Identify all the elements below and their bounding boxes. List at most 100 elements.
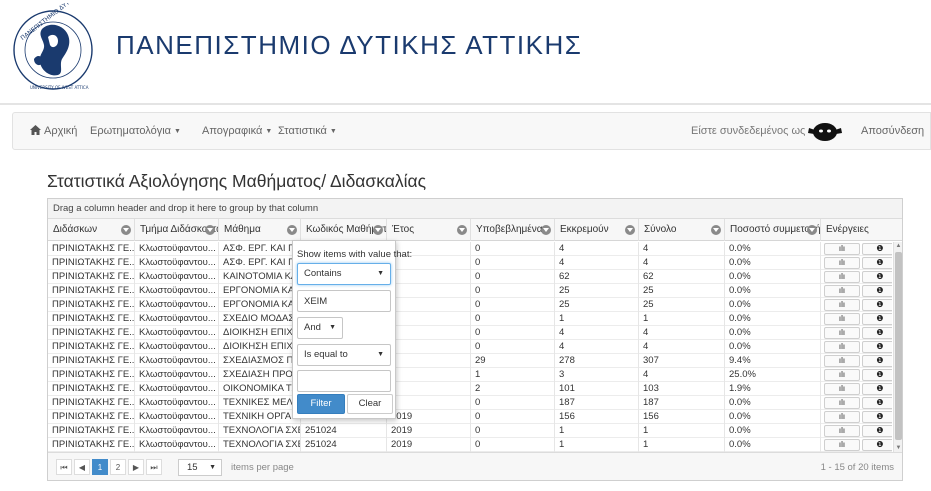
clear-filter-button[interactable]: Clear bbox=[347, 394, 393, 414]
table-cell: ΤΕΧΝΟΛΟΓΙΑ ΣΧΕ... bbox=[218, 438, 300, 452]
page-size-select[interactable]: 15 ▼ bbox=[178, 459, 222, 476]
nav-questionnaires-dropdown[interactable]: Ερωτηματολόγια ▼ bbox=[90, 113, 181, 149]
info-button[interactable]: ❶ bbox=[862, 439, 892, 451]
table-cell: Κλωστοϋφαντου... bbox=[134, 312, 218, 326]
table-cell: 0 bbox=[470, 326, 554, 340]
info-button[interactable]: ❶ bbox=[862, 299, 892, 311]
table-row[interactable]: ΠΡΙΝΙΩΤΑΚΗΣ ΓΕ... Κλωστοϋφαντου... ΣΧΕΔΙΑΣ… bbox=[48, 354, 892, 368]
scrollbar-thumb[interactable] bbox=[895, 252, 902, 440]
table-row[interactable]: ΠΡΙΝΙΩΤΑΚΗΣ ΓΕ... Κλωστοϋφαντου... ΑΣΦ. ΕΡ… bbox=[48, 242, 892, 256]
bar-chart-icon: ılı bbox=[838, 314, 846, 323]
logout-link[interactable]: Αποσύνδεση bbox=[861, 113, 924, 149]
table-row[interactable]: ΠΡΙΝΙΩΤΑΚΗΣ ΓΕ... Κλωστοϋφαντου... ΕΡΓΟΝΟΜ… bbox=[48, 284, 892, 298]
statistics-button[interactable]: ılı bbox=[824, 411, 860, 423]
info-button[interactable]: ❶ bbox=[862, 425, 892, 437]
next-page-button[interactable]: ▶ bbox=[128, 459, 144, 475]
page-2-button[interactable]: 2 bbox=[110, 459, 126, 475]
info-button[interactable]: ❶ bbox=[862, 313, 892, 325]
grid-scrollbar[interactable]: ▲ ▼ bbox=[893, 242, 902, 452]
table-row[interactable]: ΠΡΙΝΙΩΤΑΚΗΣ ΓΕ... Κλωστοϋφαντου... ΔΙΟΙΚΗΣ… bbox=[48, 326, 892, 340]
statistics-button[interactable]: ılı bbox=[824, 327, 860, 339]
table-row[interactable]: ΠΡΙΝΙΩΤΑΚΗΣ ΓΕ... Κλωστοϋφαντου... ΤΕΧΝΙΚΕ… bbox=[48, 396, 892, 410]
column-filter-icon[interactable] bbox=[373, 225, 383, 235]
row-actions: ılı ❶ bbox=[820, 354, 892, 368]
nav-statistics-dropdown[interactable]: Στατιστικά ▼ bbox=[278, 113, 337, 149]
table-cell: ΠΡΙΝΙΩΤΑΚΗΣ ΓΕ... bbox=[52, 285, 134, 296]
pager-info: 1 - 15 of 20 items bbox=[820, 462, 894, 473]
statistics-button[interactable]: ılı bbox=[824, 285, 860, 297]
statistics-button[interactable]: ılı bbox=[824, 299, 860, 311]
column-header-submitted[interactable]: Υποβεβλημένα bbox=[470, 219, 554, 241]
column-filter-icon[interactable] bbox=[625, 225, 635, 235]
filter-value-1-input[interactable] bbox=[297, 290, 391, 312]
column-header-instructor[interactable]: Διδάσκων bbox=[48, 219, 134, 241]
statistics-button[interactable]: ılı bbox=[824, 439, 860, 451]
column-header-course[interactable]: Μάθημα bbox=[218, 219, 300, 241]
statistics-button[interactable]: ılı bbox=[824, 355, 860, 367]
column-filter-icon[interactable] bbox=[121, 225, 131, 235]
info-button[interactable]: ❶ bbox=[862, 257, 892, 269]
table-cell: 0.0% bbox=[724, 438, 820, 452]
column-header-year[interactable]: Έτος bbox=[386, 219, 470, 241]
column-filter-icon[interactable] bbox=[205, 225, 215, 235]
table-row[interactable]: ΠΡΙΝΙΩΤΑΚΗΣ ΓΕ... Κλωστοϋφαντου... ΤΕΧΝΙΚΗ… bbox=[48, 410, 892, 424]
first-page-button[interactable]: ⏮ bbox=[56, 459, 72, 475]
statistics-button[interactable]: ılı bbox=[824, 369, 860, 381]
previous-page-button[interactable]: ◀ bbox=[74, 459, 90, 475]
group-by-panel[interactable]: Drag a column header and drop it here to… bbox=[48, 199, 902, 219]
filter-logic-select[interactable]: And ▼ bbox=[297, 317, 343, 339]
statistics-button[interactable]: ılı bbox=[824, 341, 860, 353]
statistics-button[interactable]: ılı bbox=[824, 313, 860, 325]
scroll-down-icon[interactable]: ▼ bbox=[895, 444, 902, 452]
filter-operator-1-select[interactable]: Contains ▼ bbox=[297, 263, 391, 285]
info-button[interactable]: ❶ bbox=[862, 411, 892, 423]
column-filter-icon[interactable] bbox=[457, 225, 467, 235]
info-button[interactable]: ❶ bbox=[862, 397, 892, 409]
table-row[interactable]: ΠΡΙΝΙΩΤΑΚΗΣ ΓΕ... Κλωστοϋφαντου... ΑΣΦ. ΕΡ… bbox=[48, 256, 892, 270]
table-cell: 1 bbox=[638, 424, 724, 438]
nav-registry-dropdown[interactable]: Απογραφικά ▼ bbox=[202, 113, 272, 149]
info-button[interactable]: ❶ bbox=[862, 355, 892, 367]
statistics-button[interactable]: ılı bbox=[824, 383, 860, 395]
column-filter-icon[interactable] bbox=[541, 225, 551, 235]
column-header-pending[interactable]: Εκκρεμούν bbox=[554, 219, 638, 241]
table-row[interactable]: ΠΡΙΝΙΩΤΑΚΗΣ ΓΕ... Κλωστοϋφαντου... ΤΕΧΝΟΛΟ… bbox=[48, 424, 892, 438]
table-row[interactable]: ΠΡΙΝΙΩΤΑΚΗΣ ΓΕ... Κλωστοϋφαντου... ΚΑΙΝΟΤΟ… bbox=[48, 270, 892, 284]
statistics-button[interactable]: ılı bbox=[824, 425, 860, 437]
table-row[interactable]: ΠΡΙΝΙΩΤΑΚΗΣ ΓΕ... Κλωστοϋφαντου... ΣΧΕΔΙΟ … bbox=[48, 312, 892, 326]
table-row[interactable]: ΠΡΙΝΙΩΤΑΚΗΣ ΓΕ... Κλωστοϋφαντου... ΔΙΟΙΚΗΣ… bbox=[48, 340, 892, 354]
info-button[interactable]: ❶ bbox=[862, 285, 892, 297]
statistics-button[interactable]: ılı bbox=[824, 271, 860, 283]
table-row[interactable]: ΠΡΙΝΙΩΤΑΚΗΣ ΓΕ... Κλωστοϋφαντου... ΟΙΚΟΝΟΜ… bbox=[48, 382, 892, 396]
info-button[interactable]: ❶ bbox=[862, 243, 892, 255]
info-button[interactable]: ❶ bbox=[862, 271, 892, 283]
column-filter-icon[interactable] bbox=[711, 225, 721, 235]
column-filter-icon[interactable] bbox=[807, 225, 817, 235]
nav-home[interactable]: Αρχική bbox=[30, 113, 77, 149]
statistics-button[interactable]: ılı bbox=[824, 397, 860, 409]
column-filter-icon[interactable] bbox=[287, 225, 297, 235]
filter-value-2-input[interactable] bbox=[297, 370, 391, 392]
scroll-up-icon[interactable]: ▲ bbox=[895, 242, 902, 250]
last-page-button[interactable]: ⏭ bbox=[146, 459, 162, 475]
statistics-button[interactable]: ılı bbox=[824, 257, 860, 269]
table-row[interactable]: ΠΡΙΝΙΩΤΑΚΗΣ ΓΕ... Κλωστοϋφαντου... ΣΧΕΔΙΑΣ… bbox=[48, 368, 892, 382]
info-button[interactable]: ❶ bbox=[862, 383, 892, 395]
column-header-course-code[interactable]: Κωδικός Μαθήματος bbox=[300, 219, 386, 241]
column-header-department[interactable]: Τμήμα Διδάσκοντα bbox=[134, 219, 218, 241]
info-icon: ❶ bbox=[876, 286, 884, 295]
page-1-button[interactable]: 1 bbox=[92, 459, 108, 475]
column-header-total[interactable]: Σύνολο bbox=[638, 219, 724, 241]
column-header-participation[interactable]: Ποσοστό συμμετοχής bbox=[724, 219, 820, 241]
table-cell: 1 bbox=[638, 312, 724, 326]
info-button[interactable]: ❶ bbox=[862, 327, 892, 339]
table-row[interactable]: ΠΡΙΝΙΩΤΑΚΗΣ ΓΕ... Κλωστοϋφαντου... ΕΡΓΟΝΟΜ… bbox=[48, 298, 892, 312]
row-actions: ılı ❶ bbox=[820, 368, 892, 382]
statistics-button[interactable]: ılı bbox=[824, 243, 860, 255]
table-row[interactable]: ΠΡΙΝΙΩΤΑΚΗΣ ΓΕ... Κλωστοϋφαντου... ΤΕΧΝΟΛΟ… bbox=[48, 438, 892, 452]
filter-operator-2-select[interactable]: Is equal to ▼ bbox=[297, 344, 391, 366]
apply-filter-button[interactable]: Filter bbox=[297, 394, 345, 414]
table-cell: 278 bbox=[554, 354, 638, 368]
info-button[interactable]: ❶ bbox=[862, 341, 892, 353]
info-button[interactable]: ❶ bbox=[862, 369, 892, 381]
